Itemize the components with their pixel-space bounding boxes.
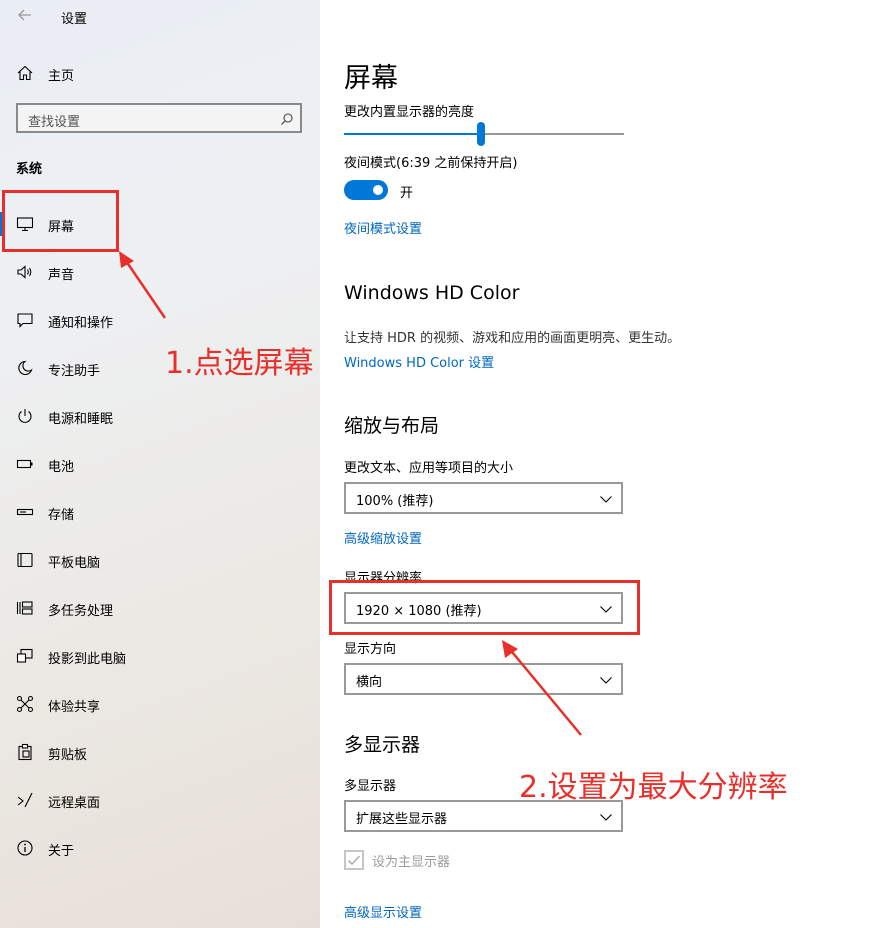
annotation-step-1: 1.点选屏幕 xyxy=(165,346,314,381)
annotation-step-2: 2.设置为最大分辨率 xyxy=(519,770,788,805)
annotation-arrow-1 xyxy=(119,251,167,319)
annotation-arrow-2 xyxy=(502,640,582,736)
